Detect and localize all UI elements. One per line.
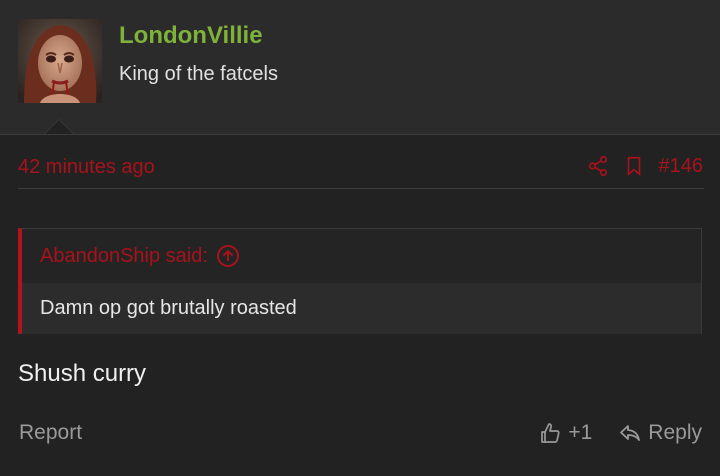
divider	[18, 188, 704, 189]
post-number-link[interactable]: #146	[659, 153, 704, 179]
avatar[interactable]	[18, 19, 102, 103]
avatar-image	[18, 19, 102, 103]
post-meta-actions: #146	[587, 151, 704, 181]
post-body: Shush curry	[18, 360, 147, 387]
reply-button[interactable]: Reply	[618, 421, 702, 445]
arrow-up-circle-icon[interactable]	[216, 244, 240, 268]
like-count: +1	[568, 421, 593, 444]
share-icon[interactable]	[587, 155, 609, 177]
quote-content: Damn op got brutally roasted	[22, 283, 701, 334]
post-footer-actions: +1 Reply	[538, 417, 702, 449]
like-button[interactable]: +1	[538, 421, 592, 445]
post-timestamp[interactable]: 42 minutes ago	[18, 154, 155, 180]
bookmark-icon[interactable]	[623, 155, 645, 177]
thumbs-up-icon	[538, 421, 562, 445]
header-pointer	[44, 119, 74, 134]
reply-icon	[618, 421, 642, 445]
username[interactable]: LondonVillie	[119, 22, 263, 50]
quote-block: AbandonShip said: Damn op got brutally r…	[18, 228, 702, 334]
report-link[interactable]: Report	[19, 420, 82, 446]
reply-label: Reply	[648, 421, 702, 444]
user-title: King of the fatcels	[119, 63, 278, 85]
quote-header[interactable]: AbandonShip said:	[22, 229, 701, 283]
quote-text: Damn op got brutally roasted	[40, 297, 297, 319]
quote-author[interactable]: AbandonShip said:	[40, 244, 208, 268]
post-user-header: LondonVillie King of the fatcels	[0, 0, 720, 135]
